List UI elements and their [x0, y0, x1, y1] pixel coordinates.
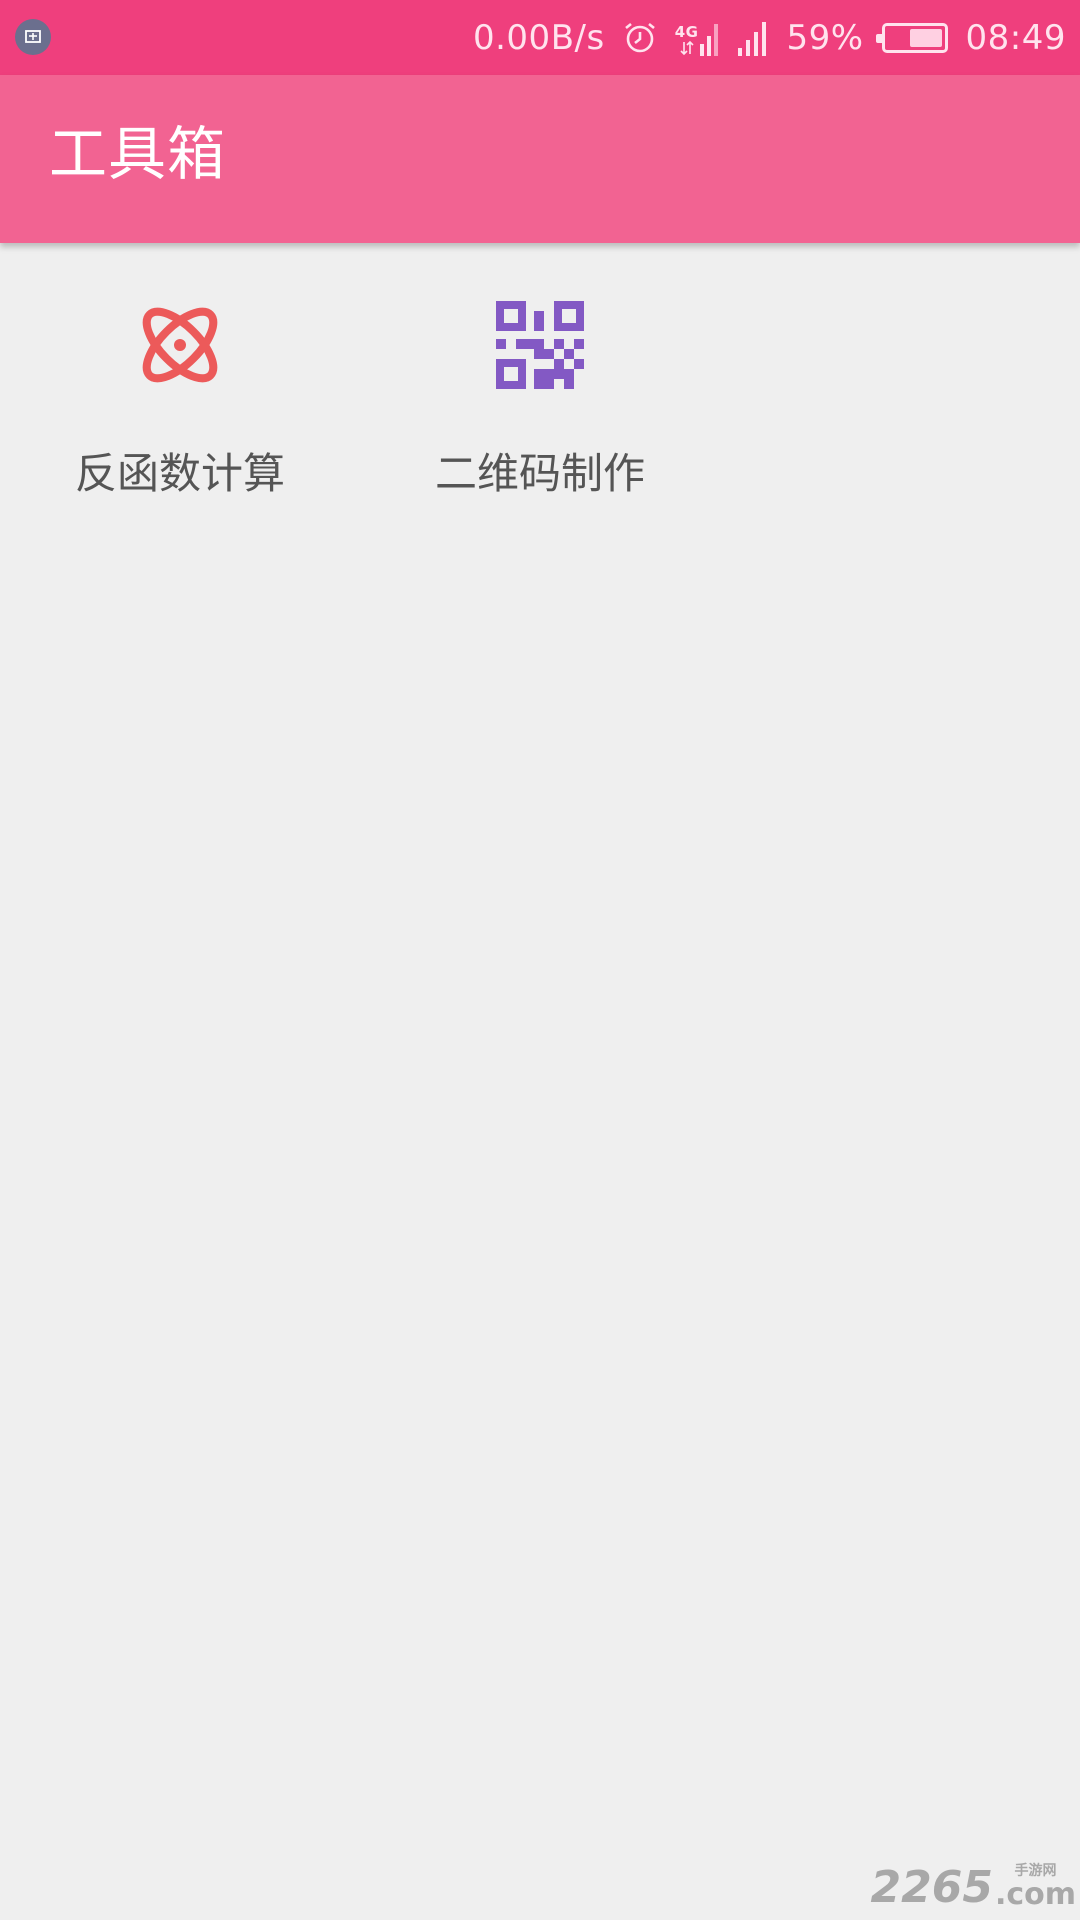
battery-fill	[909, 28, 942, 47]
network-type: 4G	[674, 22, 699, 41]
clock: 08:49	[965, 17, 1066, 58]
tool-label: 二维码制作	[434, 449, 645, 498]
tool-qr-code-maker[interactable]: 二维码制作	[360, 290, 720, 520]
tool-label: 反函数计算	[74, 449, 285, 498]
screen: 0.00B/s 4G 59% 08:49 工具箱 反函数计算 二维码制作 226…	[0, 0, 1080, 1920]
battery-icon	[875, 22, 948, 53]
status-right: 0.00B/s 4G 59% 08:49	[473, 0, 1066, 75]
battery-percent: 59%	[786, 17, 864, 58]
watermark-cn: 手游网	[1014, 1863, 1057, 1879]
cell-signal-icon	[738, 20, 768, 56]
watermark: 2265 手游网 .com	[870, 1864, 1076, 1910]
network-speed: 0.00B/s	[472, 17, 605, 58]
atom-icon	[142, 307, 218, 383]
4g-signal-icon: 4G	[675, 20, 721, 56]
app-bar: 工具箱	[0, 75, 1080, 243]
status-bar: 0.00B/s 4G 59% 08:49	[0, 0, 1080, 75]
watermark-number: 2265	[870, 1862, 993, 1913]
page-title: 工具箱	[49, 120, 227, 188]
watermark-domain: .com	[994, 1877, 1076, 1912]
alarm-icon	[623, 21, 657, 55]
screenshot-icon	[15, 19, 51, 55]
qr-code-icon	[496, 301, 584, 389]
tool-inverse-function[interactable]: 反函数计算	[0, 290, 360, 520]
